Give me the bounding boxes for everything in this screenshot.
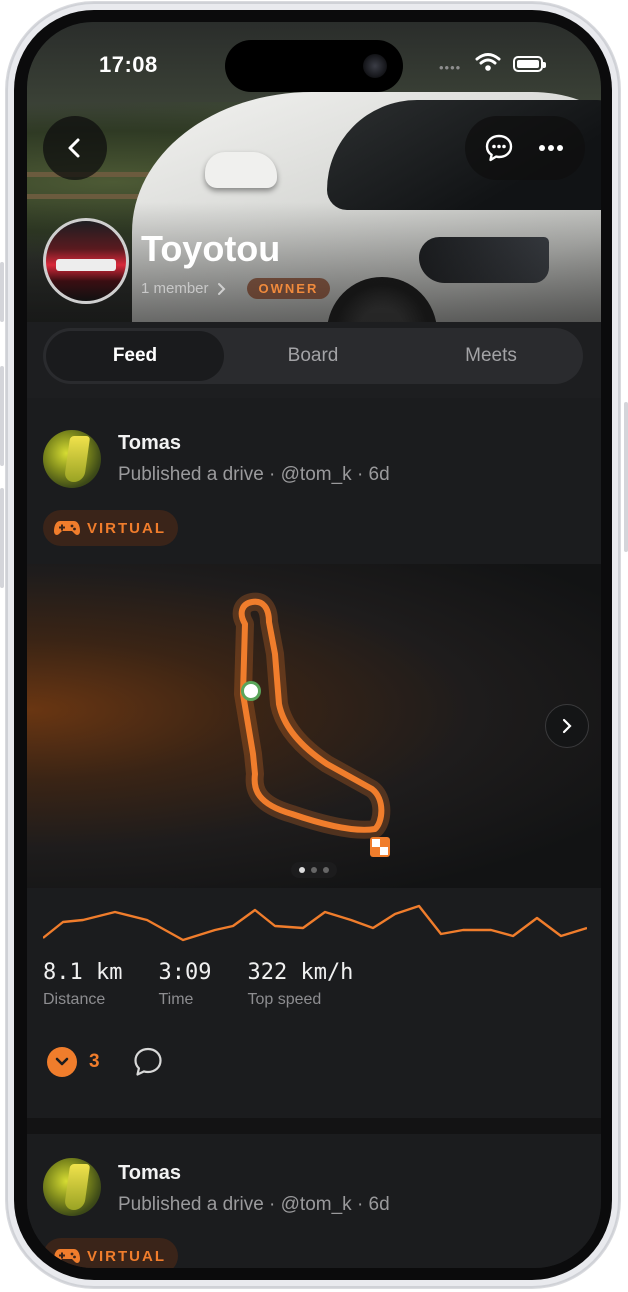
drive-stats: 8.1 km Distance 3:09 Time 322 km/h Top s… — [43, 960, 353, 1009]
more-horizontal-icon[interactable] — [535, 132, 567, 164]
gamepad-icon — [54, 1249, 80, 1263]
chat-bubble-icon[interactable] — [483, 132, 515, 164]
carousel-indicator[interactable] — [291, 862, 337, 878]
stat-distance: 8.1 km Distance — [43, 960, 123, 1008]
gamepad-icon — [54, 521, 80, 535]
group-avatar — [43, 218, 129, 304]
signal-icon: •••• — [439, 60, 462, 75]
header-actions — [465, 116, 585, 180]
status-time: 17:08 — [99, 52, 158, 77]
volume-down-button — [0, 488, 4, 588]
virtual-label: VIRTUAL — [87, 1247, 166, 1265]
back-button[interactable] — [43, 116, 107, 180]
route-map[interactable] — [27, 564, 601, 888]
post-subtitle: Published a drive · @tom_k · 6d — [118, 464, 390, 485]
status-bar: 17:08 •••• — [27, 22, 601, 102]
author-avatar[interactable] — [43, 430, 101, 488]
chevron-down-icon — [55, 1057, 69, 1066]
post-reactions: 3 — [47, 1046, 164, 1078]
volume-up-button — [0, 366, 4, 466]
author-name[interactable]: Tomas — [118, 432, 181, 455]
tab-meets[interactable]: Meets — [402, 331, 580, 381]
speed-profile-chart — [43, 904, 587, 942]
virtual-badge: VIRTUAL — [43, 510, 178, 546]
tab-bar: Feed Board Meets — [43, 328, 583, 384]
route-start-marker — [241, 681, 261, 701]
wifi-icon — [475, 53, 501, 71]
kudos-button[interactable] — [47, 1047, 77, 1077]
member-count[interactable]: 1 member — [141, 280, 209, 297]
virtual-label: VIRTUAL — [87, 519, 166, 537]
chevron-right-icon — [217, 282, 225, 295]
route-track — [232, 592, 391, 839]
comment-icon[interactable] — [132, 1046, 164, 1078]
app-screen: 17:08 •••• Toyotou 1 member OWNER Feed B… — [27, 22, 601, 1268]
chevron-left-icon — [68, 138, 80, 158]
stat-top-speed: 322 km/h Top speed — [247, 960, 354, 1008]
tab-feed[interactable]: Feed — [46, 331, 224, 381]
mute-switch — [0, 262, 4, 322]
post-subtitle: Published a drive · @tom_k · 6d — [118, 1194, 390, 1215]
chevron-right-icon — [562, 718, 572, 734]
feed-post: Tomas Published a drive · @tom_k · 6d VI… — [27, 1134, 601, 1268]
tab-board[interactable]: Board — [224, 331, 402, 381]
kudos-count: 3 — [89, 1051, 100, 1072]
virtual-badge: VIRTUAL — [43, 1238, 178, 1268]
stat-time: 3:09 Time — [158, 960, 212, 1008]
author-avatar[interactable] — [43, 1158, 101, 1216]
route-finish-marker — [370, 837, 390, 857]
group-name: Toyotou — [141, 228, 281, 269]
dynamic-island — [225, 40, 403, 92]
battery-icon — [513, 56, 546, 72]
member-row[interactable]: 1 member OWNER — [141, 278, 331, 299]
author-name[interactable]: Tomas — [118, 1162, 181, 1185]
power-button — [624, 402, 628, 552]
carousel-next-button[interactable] — [545, 704, 589, 748]
owner-badge: OWNER — [246, 278, 331, 299]
